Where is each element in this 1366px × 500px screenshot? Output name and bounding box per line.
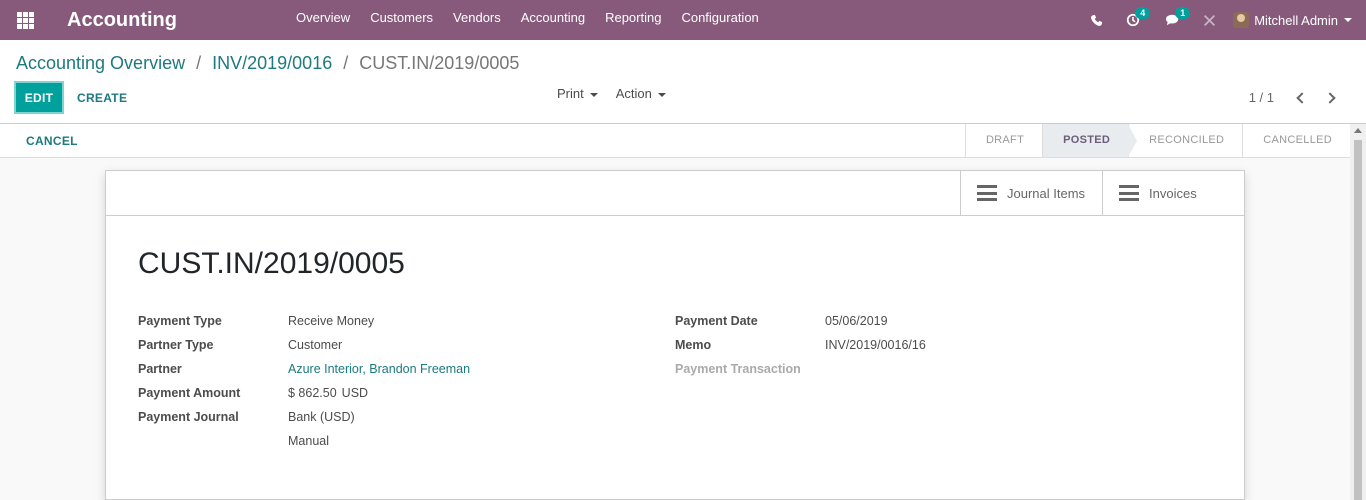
menu-reporting[interactable]: Reporting <box>595 0 671 40</box>
caret-down-icon <box>589 92 598 97</box>
memo-label: Memo <box>675 338 712 352</box>
payment-date-label: Payment Date <box>675 314 758 328</box>
vertical-scrollbar[interactable] <box>1350 124 1366 500</box>
systray: 4 1 Mitchell Admin <box>1079 0 1366 40</box>
record-title: CUST.IN/2019/0005 <box>138 247 405 280</box>
user-name: Mitchell Admin <box>1254 12 1338 28</box>
top-navbar: Accounting Overview Customers Vendors Ac… <box>0 0 1366 40</box>
print-dropdown[interactable]: Print <box>557 86 598 101</box>
journal-items-label: Journal Items <box>1007 185 1086 201</box>
pager-value[interactable]: 1 / 1 <box>1249 90 1274 105</box>
menu-vendors[interactable]: Vendors <box>443 0 511 40</box>
menu-overview[interactable]: Overview <box>286 0 360 40</box>
breadcrumb-separator: / <box>343 53 349 73</box>
cancel-button[interactable]: CANCEL <box>26 134 78 148</box>
caret-down-icon <box>1344 18 1352 22</box>
left-field-group: Payment Type Receive Money Partner Type Cu… <box>138 312 470 456</box>
breadcrumb-separator: / <box>196 53 202 73</box>
journal-items-button[interactable]: Journal Items <box>960 171 1102 215</box>
edit-button[interactable]: EDIT <box>14 81 64 114</box>
scroll-up-arrow-icon[interactable] <box>1354 128 1362 133</box>
messages-icon[interactable]: 1 <box>1153 0 1193 40</box>
smart-button-box: Journal Items Invoices <box>106 171 1244 216</box>
memo-value: INV/2019/0016/16 <box>825 338 926 352</box>
menu-configuration[interactable]: Configuration <box>671 0 768 40</box>
breadcrumb: Accounting Overview / INV/2019/0016 / CU… <box>16 53 519 74</box>
form-sheet: Journal Items Invoices CUST.IN/2019/0005… <box>105 170 1245 500</box>
menu-accounting[interactable]: Accounting <box>511 0 595 40</box>
user-menu[interactable]: Mitchell Admin <box>1225 12 1366 28</box>
status-stages: DRAFT POSTED RECONCILED CANCELLED <box>964 124 1350 157</box>
breadcrumb-current: CUST.IN/2019/0005 <box>359 53 520 73</box>
payment-type-value: Receive Money <box>288 314 375 328</box>
payment-type-label: Payment Type <box>138 314 222 328</box>
list-icon <box>1119 185 1139 201</box>
pager: 1 / 1 <box>1249 90 1344 105</box>
payment-journal-value: Bank (USD) <box>288 410 355 424</box>
apps-menu-icon[interactable] <box>0 0 50 40</box>
messages-badge: 1 <box>1175 7 1191 19</box>
avatar <box>1233 12 1250 28</box>
create-button[interactable]: CREATE <box>77 91 127 105</box>
right-field-group: Payment Date 05/06/2019 Memo INV/2019/0016… <box>675 312 926 384</box>
invoices-label: Invoices <box>1149 185 1197 201</box>
partner-label: Partner <box>138 362 182 376</box>
menu-customers[interactable]: Customers <box>360 0 443 40</box>
sidebar-dropdowns: Print Action <box>557 86 684 101</box>
partner-type-label: Partner Type <box>138 338 214 352</box>
list-icon <box>977 185 997 201</box>
print-label: Print <box>557 86 584 101</box>
partner-type-value: Customer <box>288 338 343 352</box>
payment-transaction-label: Payment Transaction <box>675 362 801 376</box>
app-brand[interactable]: Accounting <box>50 9 286 32</box>
next-record-icon[interactable] <box>1324 91 1336 104</box>
breadcrumb-accounting-overview[interactable]: Accounting Overview <box>16 53 185 73</box>
control-panel: Accounting Overview / INV/2019/0016 / CU… <box>0 40 1366 124</box>
payment-date-value: 05/06/2019 <box>825 314 888 328</box>
phone-icon[interactable] <box>1079 0 1113 40</box>
invoices-button[interactable]: Invoices <box>1102 171 1244 215</box>
activity-icon[interactable]: 4 <box>1113 0 1153 40</box>
stage-cancelled: CANCELLED <box>1242 124 1350 157</box>
action-label: Action <box>615 86 652 101</box>
payment-method-value: Manual <box>288 434 329 448</box>
action-dropdown[interactable]: Action <box>616 86 666 101</box>
previous-record-icon[interactable] <box>1296 91 1308 104</box>
payment-journal-label: Payment Journal <box>138 410 239 424</box>
debug-tools-icon[interactable] <box>1193 0 1225 40</box>
breadcrumb-invoice[interactable]: INV/2019/0016 <box>212 53 332 73</box>
payment-amount-label: Payment Amount <box>138 386 241 400</box>
form-statusbar: CANCEL DRAFT POSTED RECONCILED CANCELLED <box>0 124 1350 158</box>
scrollbar-thumb[interactable] <box>1354 140 1362 500</box>
activity-badge: 4 <box>1135 7 1151 19</box>
partner-link[interactable]: Azure Interior, Brandon Freeman <box>288 360 470 384</box>
main-menu: Overview Customers Vendors Accounting Re… <box>286 0 769 40</box>
stage-reconciled: RECONCILED <box>1128 124 1242 157</box>
stage-posted: POSTED <box>1042 124 1138 157</box>
stage-draft: DRAFT <box>964 124 1042 157</box>
payment-amount-value: $ 862.50 <box>288 386 337 400</box>
caret-down-icon <box>657 92 666 97</box>
currency-value: USD <box>341 386 369 400</box>
